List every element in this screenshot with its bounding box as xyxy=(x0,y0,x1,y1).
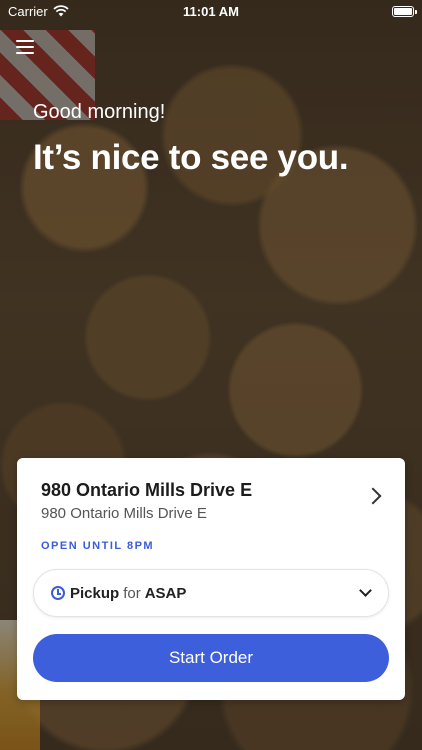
chevron-down-icon xyxy=(359,584,372,597)
store-hours: OPEN UNTIL 8PM xyxy=(41,540,155,552)
order-card: 980 Ontario Mills Drive E 980 Ontario Mi… xyxy=(17,458,405,700)
location-name: 980 Ontario Mills Drive E xyxy=(41,480,253,500)
battery-icon xyxy=(392,5,417,17)
menu-button[interactable] xyxy=(16,40,34,56)
pickup-connector: for xyxy=(123,584,141,602)
pickup-mode: Pickup xyxy=(70,584,120,602)
headline-text: It’s nice to see you. xyxy=(33,138,349,177)
location-selector[interactable]: 980 Ontario Mills Drive E 980 Ontario Mi… xyxy=(17,458,405,536)
pickup-summary: Pickup for ASAP xyxy=(70,585,186,602)
chevron-right-icon xyxy=(364,487,382,505)
status-time: 11:01 AM xyxy=(183,3,239,19)
location-address: 980 Ontario Mills Drive E xyxy=(41,505,207,522)
start-order-button[interactable]: Start Order xyxy=(33,634,389,682)
status-bar: Carrier 11:01 AM xyxy=(0,0,422,22)
pickup-time: ASAP xyxy=(144,584,187,602)
greeting-text: Good morning! xyxy=(33,101,166,123)
pickup-time-selector[interactable]: Pickup for ASAP xyxy=(33,569,389,617)
clock-icon xyxy=(51,586,65,600)
hamburger-icon xyxy=(16,40,34,42)
